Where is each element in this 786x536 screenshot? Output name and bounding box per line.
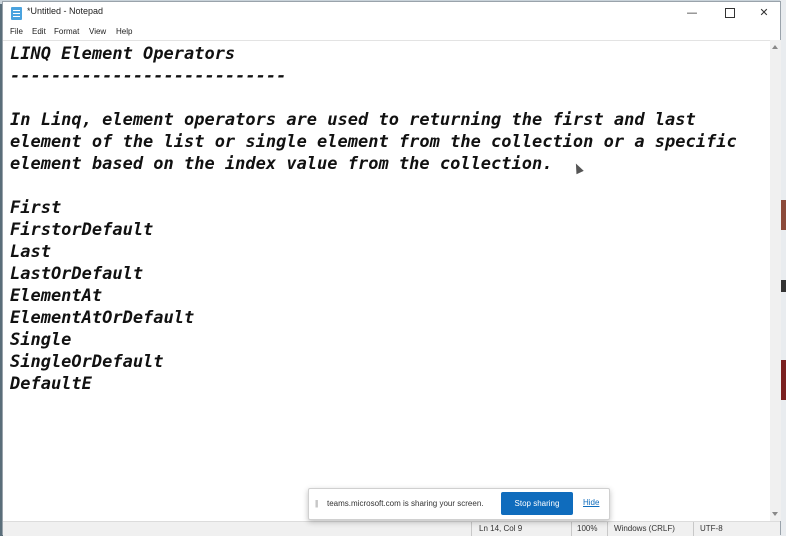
editor-line[interactable]: [10, 87, 737, 109]
hide-link[interactable]: Hide: [583, 498, 599, 507]
editor-line[interactable]: LINQ Element Operators: [10, 43, 737, 65]
maximize-icon: [725, 8, 735, 18]
notepad-icon: [11, 7, 22, 20]
cursor-position: Ln 14, Col 9: [479, 524, 523, 533]
menu-edit[interactable]: Edit: [32, 27, 46, 36]
zoom-level: 100%: [577, 524, 598, 533]
editor-line[interactable]: element based on the index value from th…: [10, 153, 737, 175]
screen-share-banner: || teams.microsoft.com is sharing your s…: [308, 488, 610, 520]
encoding: UTF-8: [700, 524, 723, 533]
status-divider: [471, 522, 472, 536]
notepad-window: *Untitled - Notepad — ✕ File Edit Format…: [2, 1, 781, 536]
menu-view[interactable]: View: [89, 27, 106, 36]
menu-file[interactable]: File: [10, 27, 23, 36]
menu-help[interactable]: Help: [116, 27, 132, 36]
editor-line[interactable]: First: [10, 197, 737, 219]
menu-format[interactable]: Format: [54, 27, 79, 36]
title-bar[interactable]: *Untitled - Notepad — ✕: [3, 2, 780, 24]
editor-line[interactable]: In Linq, element operators are used to r…: [10, 109, 737, 131]
close-button[interactable]: ✕: [747, 2, 781, 24]
editor-line[interactable]: LastOrDefault: [10, 263, 737, 285]
editor-content[interactable]: LINQ Element Operators ------------------…: [10, 43, 737, 395]
editor-line[interactable]: ElementAt: [10, 285, 737, 307]
editor-line[interactable]: Last: [10, 241, 737, 263]
menu-bar: File Edit Format View Help: [3, 24, 780, 40]
vertical-scrollbar[interactable]: [770, 40, 781, 521]
status-divider: [571, 522, 572, 536]
editor-line[interactable]: DefaultE: [10, 373, 737, 395]
editor-line[interactable]: ElementAtOrDefault: [10, 307, 737, 329]
scroll-down-icon[interactable]: [772, 512, 778, 516]
maximize-button[interactable]: [713, 2, 747, 24]
window-title: *Untitled - Notepad: [27, 6, 104, 16]
stop-sharing-button[interactable]: Stop sharing: [501, 492, 573, 515]
status-divider: [693, 522, 694, 536]
scroll-up-icon[interactable]: [772, 45, 778, 49]
editor-line[interactable]: element of the list or single element fr…: [10, 131, 737, 153]
editor-line[interactable]: [10, 175, 737, 197]
drag-handle-icon[interactable]: ||: [315, 499, 318, 508]
editor-line[interactable]: SingleOrDefault: [10, 351, 737, 373]
status-divider: [607, 522, 608, 536]
share-message: teams.microsoft.com is sharing your scre…: [327, 499, 484, 508]
status-bar: Ln 14, Col 9 100% Windows (CRLF) UTF-8: [3, 521, 780, 536]
text-editor[interactable]: LINQ Element Operators ------------------…: [3, 40, 770, 522]
minimize-button[interactable]: —: [675, 2, 709, 24]
line-ending: Windows (CRLF): [614, 524, 675, 533]
editor-line[interactable]: Single: [10, 329, 737, 351]
editor-line[interactable]: FirstorDefault: [10, 219, 737, 241]
editor-line[interactable]: ---------------------------: [10, 65, 737, 87]
